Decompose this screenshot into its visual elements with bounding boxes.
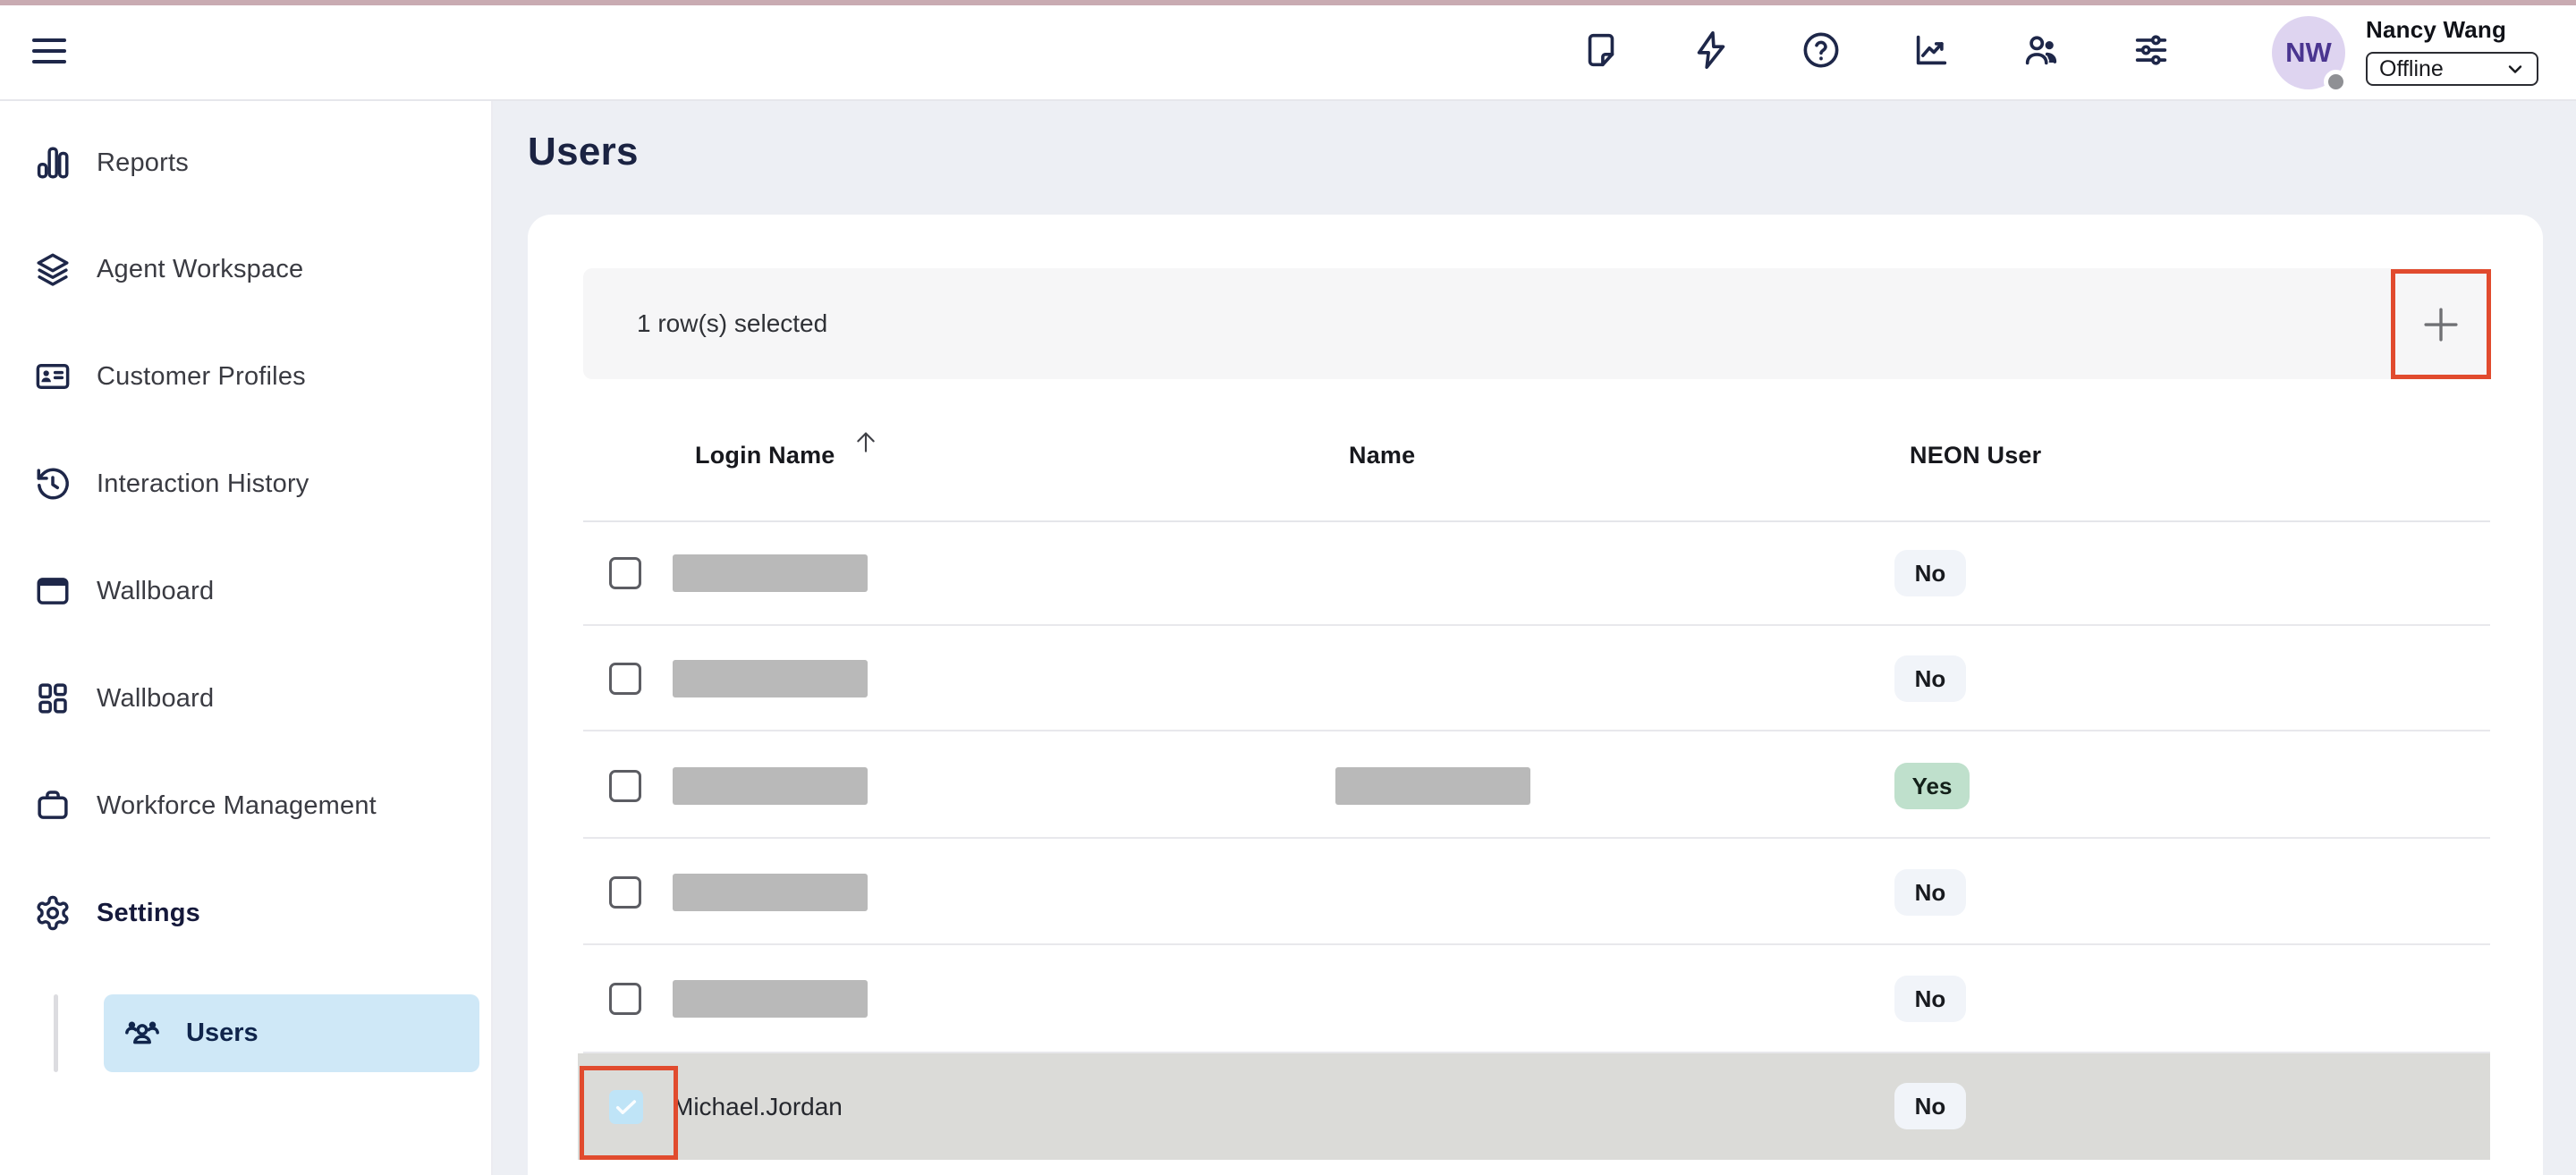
table-row: No — [583, 520, 2490, 626]
status-select[interactable]: Offline — [2366, 52, 2538, 86]
plus-icon — [2417, 300, 2465, 349]
sidebar-item-customer-profiles[interactable]: Customer Profiles — [0, 350, 491, 403]
user-group-icon — [123, 1015, 161, 1052]
subnav-indent-line — [54, 994, 58, 1072]
redacted-login-name — [673, 767, 868, 805]
column-header-neon-user[interactable]: NEON User — [1910, 442, 2041, 469]
table-row-selected: Michael.Jordan No — [578, 1053, 2490, 1160]
history-icon — [34, 465, 72, 503]
neon-user-badge: No — [1894, 1083, 1966, 1129]
selection-count-text: 1 row(s) selected — [637, 268, 827, 379]
sort-ascending-icon[interactable] — [852, 427, 880, 456]
sidebar-item-workforce-management[interactable]: Workforce Management — [0, 779, 491, 833]
user-info: Nancy Wang Offline — [2366, 16, 2545, 86]
row-checkbox[interactable] — [609, 876, 641, 909]
redacted-login-name — [673, 874, 868, 911]
avatar[interactable]: NW — [2272, 16, 2345, 89]
dashboard-grid-icon — [34, 680, 72, 717]
sidebar: Reports Agent Workspace Customer Profile… — [0, 101, 493, 1175]
status-select-value: Offline — [2379, 56, 2444, 82]
row-checkbox-checked[interactable] — [609, 1090, 643, 1124]
avatar-initials: NW — [2285, 37, 2332, 69]
status-dot — [2324, 70, 2348, 94]
redacted-login-name — [673, 980, 868, 1018]
login-name-cell: Michael.Jordan — [673, 1053, 843, 1160]
contacts-icon[interactable] — [2021, 30, 2062, 71]
row-checkbox[interactable] — [609, 557, 641, 589]
neon-user-badge: No — [1894, 550, 1966, 596]
sidebar-item-reports[interactable]: Reports — [0, 136, 491, 190]
quick-actions-icon[interactable] — [1690, 30, 1732, 71]
sidebar-item-agent-workspace[interactable]: Agent Workspace — [0, 242, 491, 296]
table-row: Yes — [583, 733, 2490, 839]
neon-user-badge: Yes — [1894, 763, 1970, 809]
table-row: No — [583, 626, 2490, 731]
sidebar-item-settings[interactable]: Settings — [0, 886, 491, 940]
row-checkbox[interactable] — [609, 983, 641, 1015]
row-checkbox[interactable] — [609, 770, 641, 802]
sidebar-item-interaction-history[interactable]: Interaction History — [0, 457, 491, 511]
main-content: Users 1 row(s) selected Login Name Name … — [493, 101, 2576, 1175]
top-accent-line — [0, 0, 2576, 5]
neon-user-badge: No — [1894, 976, 1966, 1022]
neon-user-badge: No — [1894, 869, 1966, 916]
selection-bar: 1 row(s) selected — [583, 268, 2490, 379]
sidebar-item-wallboard-2[interactable]: Wallboard — [0, 672, 491, 725]
topbar: NW Nancy Wang Offline — [0, 0, 2576, 101]
users-card: 1 row(s) selected Login Name Name NEON U… — [528, 215, 2543, 1175]
notes-icon[interactable] — [1580, 30, 1622, 71]
user-name: Nancy Wang — [2366, 16, 2545, 44]
window-icon — [34, 572, 72, 610]
column-header-login-name[interactable]: Login Name — [695, 442, 835, 469]
sidebar-item-wallboard[interactable]: Wallboard — [0, 564, 491, 618]
redacted-login-name — [673, 660, 868, 697]
column-header-name[interactable]: Name — [1349, 442, 1415, 469]
bar-chart-icon — [34, 144, 72, 182]
topbar-actions — [1580, 30, 2172, 71]
gear-icon — [34, 894, 72, 932]
sidebar-subitem-users[interactable]: Users — [104, 994, 479, 1072]
chevron-down-icon — [2504, 58, 2526, 80]
neon-user-badge: No — [1894, 655, 1966, 702]
add-user-button[interactable] — [2391, 269, 2491, 379]
table-row: No — [583, 840, 2490, 945]
layers-icon — [34, 250, 72, 288]
app-window: NW Nancy Wang Offline Reports Agent Work… — [0, 0, 2576, 1175]
id-card-icon — [34, 358, 72, 395]
help-icon[interactable] — [1801, 30, 1842, 71]
preferences-icon[interactable] — [2131, 30, 2172, 71]
page-title: Users — [528, 130, 639, 174]
menu-icon[interactable] — [32, 38, 68, 64]
analytics-icon[interactable] — [1911, 30, 1952, 71]
redacted-login-name — [673, 554, 868, 592]
table-row: No — [583, 946, 2490, 1053]
redacted-name — [1335, 767, 1530, 805]
row-checkbox[interactable] — [609, 663, 641, 695]
briefcase-icon — [34, 787, 72, 824]
